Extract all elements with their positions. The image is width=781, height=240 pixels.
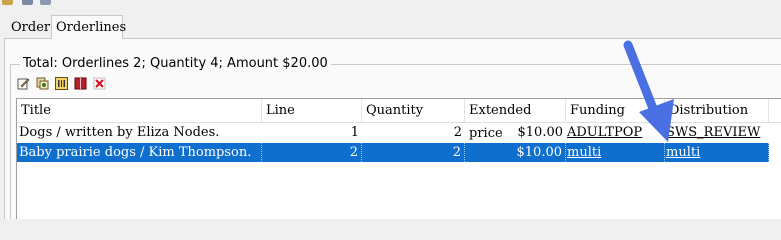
annotation-arrow-icon [623, 40, 674, 142]
